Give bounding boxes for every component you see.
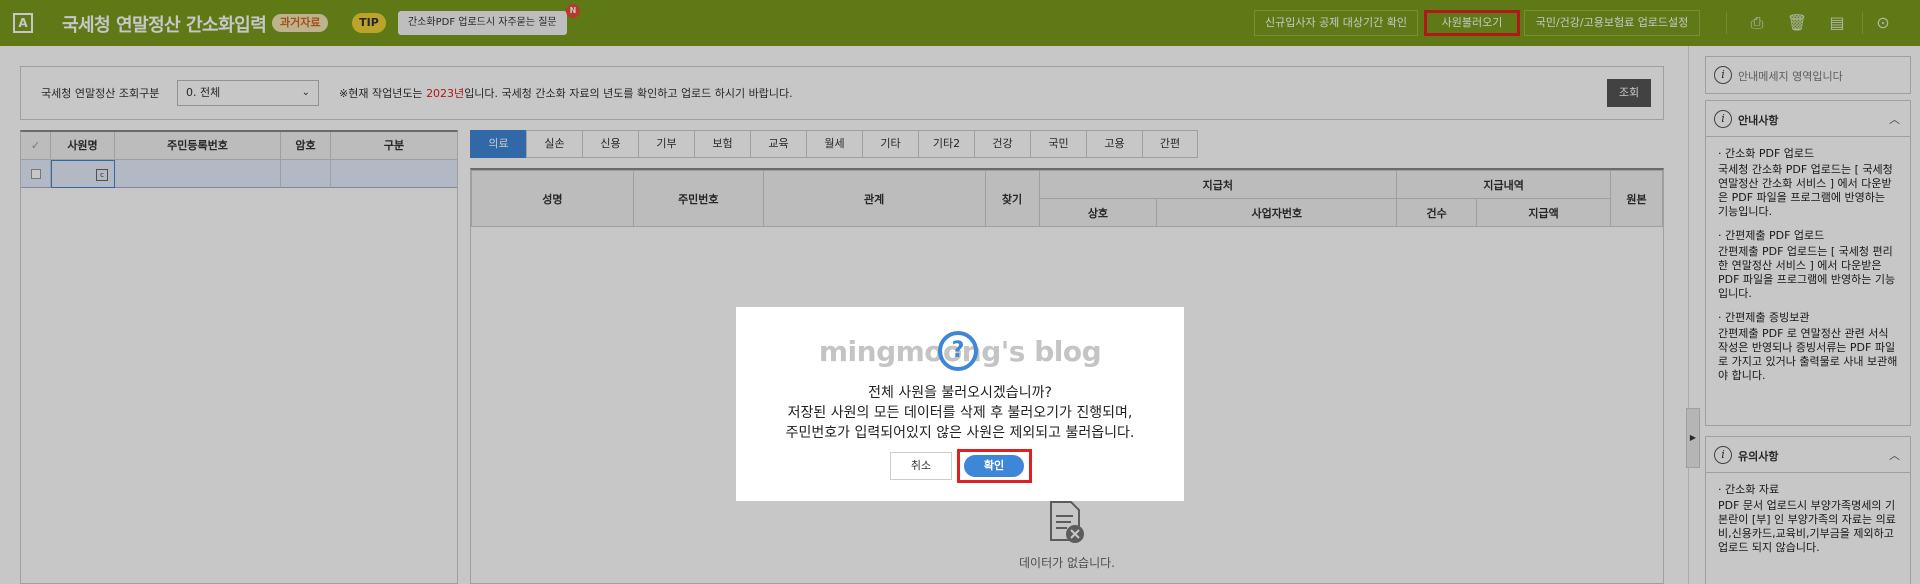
confirm-dialog: mingmoong's blog ? 전체 사원을 불러오시겠습니까? 저장된 … [736,307,1184,501]
question-icon: ? [938,331,978,371]
confirm-highlight: 확인 [957,449,1032,483]
dialog-message-line: 주민번호가 입력되어있지 않은 사원은 제외되고 불러옵니다. [785,425,1135,441]
cancel-button[interactable]: 취소 [890,452,952,480]
dialog-message: 전체 사원을 불러오시겠습니까? 저장된 사원의 모든 데이터를 삭제 후 불러… [736,383,1184,443]
dialog-message-line: 저장된 사원의 모든 데이터를 삭제 후 불러오기가 진행되며, [787,405,1133,421]
confirm-button[interactable]: 확인 [964,455,1024,477]
dialog-message-line: 전체 사원을 불러오시겠습니까? [868,385,1052,401]
